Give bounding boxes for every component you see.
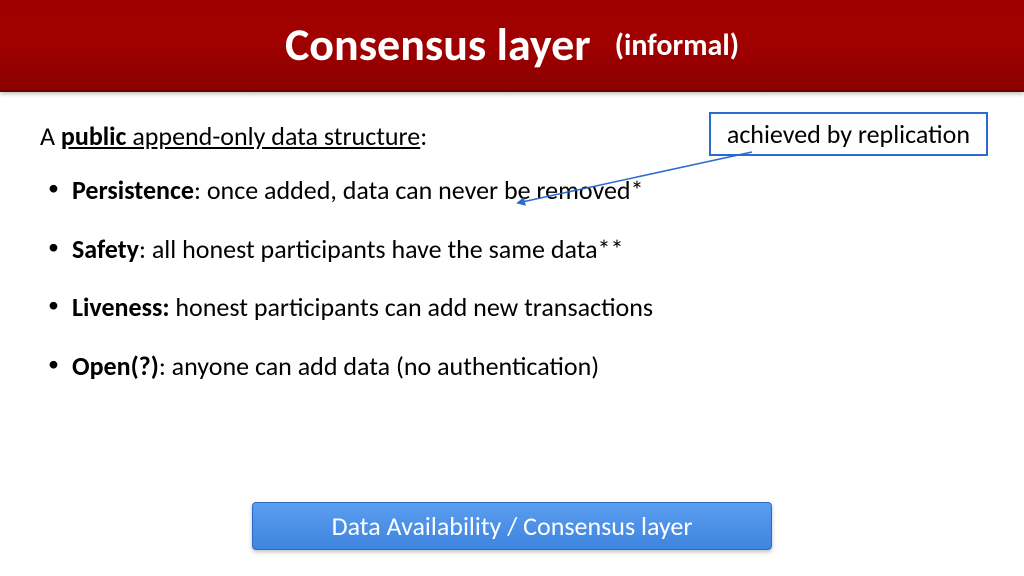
callout-text: achieved by replication <box>727 118 970 150</box>
bullet-persistence: Persistence: once added, data can never … <box>44 174 984 207</box>
bullet-term: Persistence <box>72 174 194 206</box>
bullet-term: Liveness: <box>72 291 170 323</box>
bullet-liveness: Liveness: honest participants can add ne… <box>44 291 984 324</box>
title-bar: Consensus layer (informal) <box>0 0 1024 92</box>
bullet-open: Open(?): anyone can add data (no authent… <box>44 350 984 383</box>
bullet-sep: : <box>139 233 152 265</box>
bullet-sep: : <box>159 350 172 382</box>
bullet-desc: all honest participants have the same da… <box>152 233 624 265</box>
footer-text: Data Availability / Consensus layer <box>332 510 693 542</box>
intro-rest: append-only data structure <box>126 120 420 152</box>
intro-prefix: A <box>40 120 61 152</box>
intro-suffix: : <box>420 120 427 152</box>
bullet-desc: once added, data can never be removed* <box>207 174 644 206</box>
bullet-desc: honest participants can add new transact… <box>175 291 653 323</box>
bullet-term: Safety <box>72 233 139 265</box>
bullet-list: Persistence: once added, data can never … <box>40 174 984 382</box>
footer-box: Data Availability / Consensus layer <box>252 502 772 550</box>
title-main: Consensus layer <box>285 17 591 73</box>
bullet-safety: Safety: all honest participants have the… <box>44 233 984 266</box>
intro-public: public <box>61 120 127 152</box>
bullet-term: Open(?) <box>72 350 159 382</box>
bullet-sep: : <box>194 174 207 206</box>
title-subtitle: (informal) <box>615 27 739 64</box>
bullet-desc: anyone can add data (no authentication) <box>172 350 600 382</box>
callout-box: achieved by replication <box>709 112 988 156</box>
slide: Consensus layer (informal) A public appe… <box>0 0 1024 576</box>
